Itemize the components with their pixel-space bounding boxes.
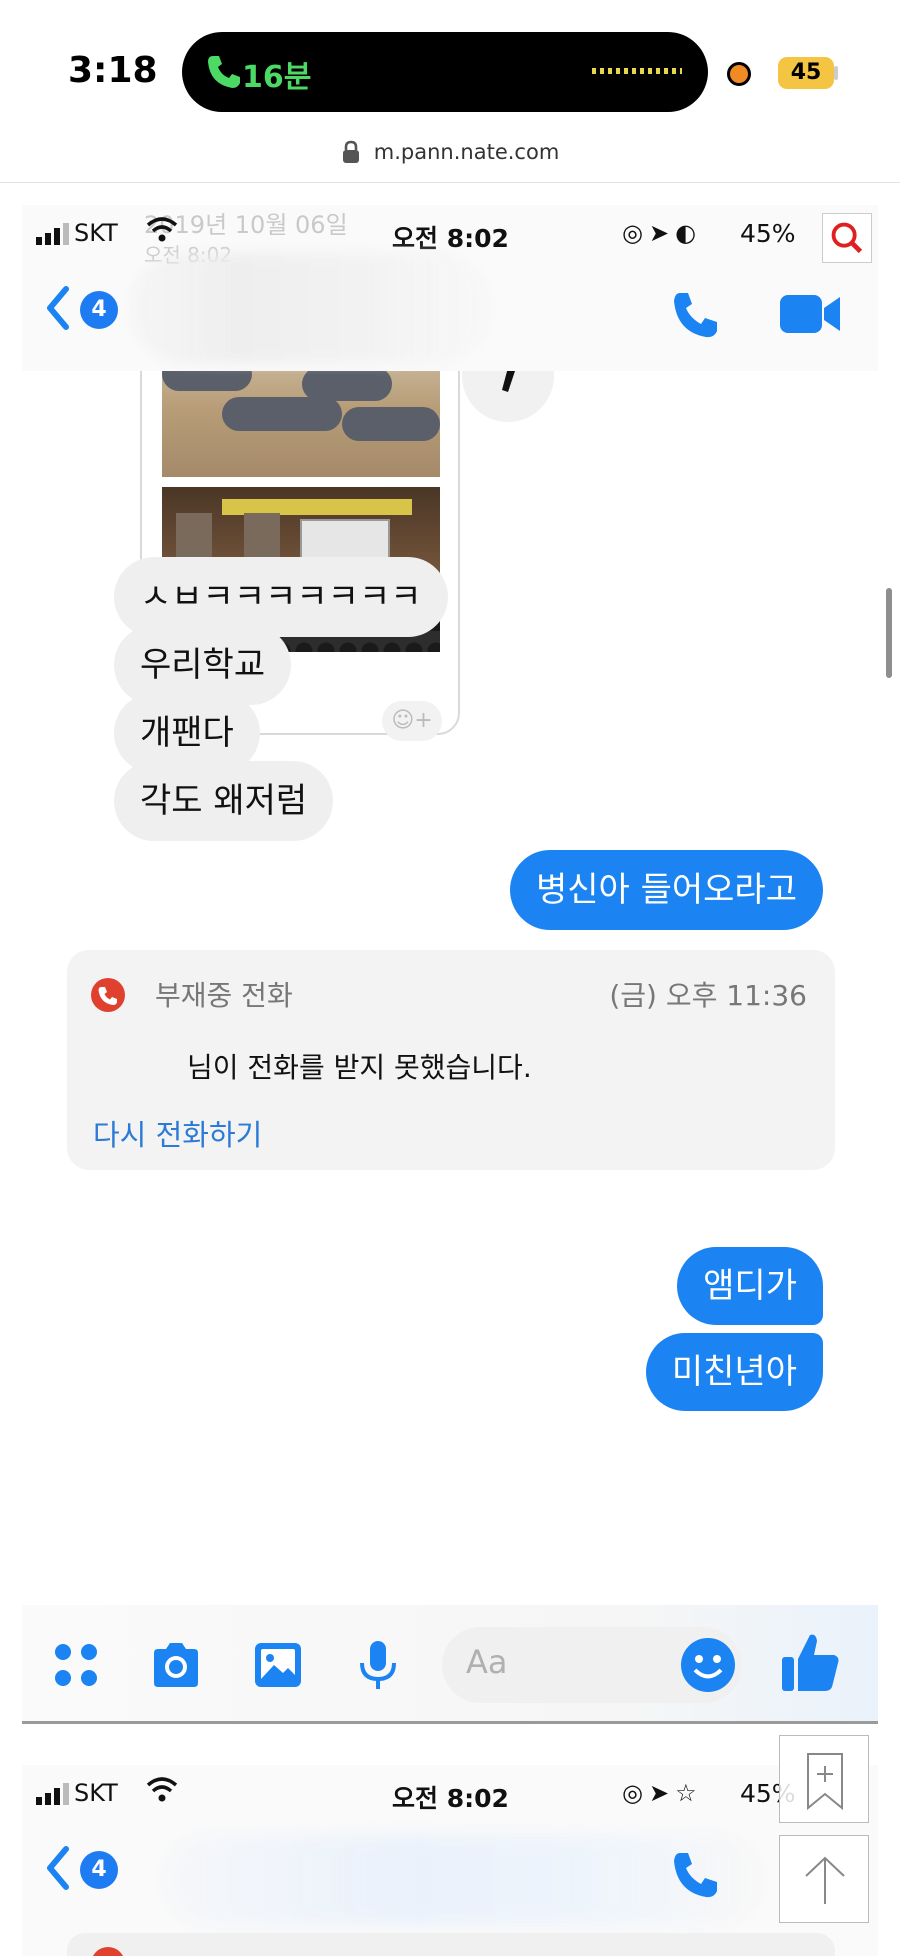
message-bubble-received[interactable]: 각도 왜저럼: [114, 761, 334, 841]
call-duration: 16분: [242, 60, 312, 95]
call-again-link[interactable]: 다시 전화하기: [93, 1112, 262, 1154]
inner-clock: 오전 8:02: [392, 1784, 509, 1813]
message-composer: Aa: [22, 1605, 878, 1723]
signal-icon: [36, 223, 69, 245]
wifi-icon: [146, 217, 178, 242]
divider: [22, 1721, 878, 1724]
scrollbar-thumb[interactable]: [886, 588, 892, 678]
scroll-to-top-button[interactable]: [779, 1835, 869, 1923]
emoji-icon[interactable]: [678, 1635, 738, 1695]
message-bubble-sent[interactable]: 앰디가: [677, 1247, 823, 1325]
missed-call-title: 부재중 전화: [155, 979, 293, 1012]
carrier-name: SKT: [74, 1779, 118, 1807]
battery-level: 45: [778, 57, 834, 89]
chat-header: 2019년 10월 06일 오전 8:02 SKT 오전 8:02 ◎➤◐ 45…: [22, 205, 878, 371]
star-icon: ☆: [675, 1779, 703, 1807]
address-bar[interactable]: m.pann.nate.com: [0, 140, 900, 182]
phone-call-icon: [208, 56, 240, 88]
alarm-icon: ◐: [675, 219, 703, 247]
camera-icon[interactable]: [150, 1639, 202, 1691]
microphone-icon[interactable]: [352, 1639, 404, 1691]
inner-status-bar: SKT 오전 8:02 ◎➤☆ 45%: [22, 1765, 878, 1821]
wifi-icon: [146, 1777, 178, 1802]
lock-rotation-icon: ◎: [622, 1779, 649, 1807]
arrow-up-icon: [805, 1856, 845, 1904]
redacted-contact-name: [130, 253, 490, 363]
location-icon: ➤: [648, 1779, 676, 1807]
dynamic-island-call[interactable]: 16분: [182, 32, 708, 112]
divider: [0, 182, 900, 183]
back-chevron-icon[interactable]: [42, 283, 72, 333]
missed-call-icon: [91, 978, 125, 1012]
inner-battery-level: 45%: [740, 219, 796, 248]
bookmark-button[interactable]: [779, 1735, 869, 1823]
status-icons: ◎➤☆: [622, 1779, 703, 1807]
inner-status-bar: 2019년 10월 06일 오전 8:02 SKT 오전 8:02 ◎➤◐ 45…: [22, 205, 878, 267]
inner-clock: 오전 8:02: [392, 224, 509, 253]
voice-call-icon[interactable]: [668, 1847, 724, 1903]
signal-icon: [36, 1783, 69, 1805]
lock-icon: [342, 140, 359, 163]
battery-tip-icon: [834, 66, 838, 80]
outer-status-bar: 3:18 16분 45: [0, 0, 900, 140]
voice-call-icon[interactable]: [668, 287, 724, 343]
back-chevron-icon[interactable]: [42, 1843, 72, 1893]
missed-call-time: (금) 오후 11:36: [609, 979, 807, 1012]
chat-screenshot-1: ← ☺+ ㅅㅂㅋㅋㅋㅋㅋㅋㅋ 우리학교 개팬다 각도 왜저럼 병신아 들어오라고…: [22, 205, 878, 1725]
search-icon: [831, 222, 863, 254]
missed-call-card: [67, 1933, 835, 1956]
clock: 3:18: [68, 50, 158, 91]
url-text: m.pann.nate.com: [373, 140, 560, 164]
mic-indicator-icon: [727, 62, 751, 86]
unread-count-badge[interactable]: 4: [80, 291, 118, 329]
message-input-placeholder: Aa: [466, 1643, 508, 1681]
missed-call-icon: [91, 1947, 125, 1956]
bookmark-add-icon: [807, 1753, 843, 1811]
video-call-icon[interactable]: [778, 289, 842, 339]
lock-rotation-icon: ◎: [622, 219, 649, 247]
message-bubble-sent[interactable]: 미친년아: [645, 1333, 823, 1411]
status-icons: ◎➤◐: [622, 219, 702, 247]
like-thumb-icon[interactable]: [780, 1629, 842, 1695]
missed-call-card: 부재중 전화 (금) 오후 11:36 님이 전화를 받지 못했습니다. 다시 …: [67, 950, 835, 1170]
missed-call-body: 님이 전화를 받지 못했습니다.: [187, 1051, 532, 1084]
search-button[interactable]: [822, 213, 872, 263]
location-icon: ➤: [648, 219, 676, 247]
carrier-name: SKT: [74, 219, 118, 247]
unread-count-badge[interactable]: 4: [80, 1851, 118, 1889]
apps-grid-icon[interactable]: [50, 1639, 102, 1691]
add-reaction-button[interactable]: ☺+: [382, 701, 442, 741]
gallery-icon[interactable]: [252, 1639, 304, 1691]
message-bubble-sent[interactable]: 병신아 들어오라고: [509, 850, 823, 930]
audio-wave-icon: [592, 68, 682, 74]
chat-screenshot-2: SKT 오전 8:02 ◎➤☆ 45% 4: [22, 1765, 878, 1956]
